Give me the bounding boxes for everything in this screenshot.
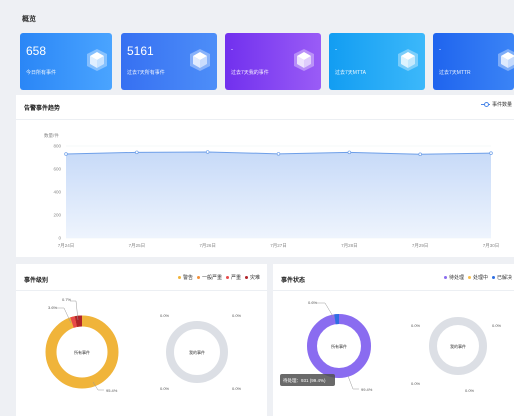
donut-pct-label: 0.0% [411, 323, 421, 328]
tooltip-text: 待处理：931 (99.4%) [283, 377, 326, 384]
y-tick-label: 400 [53, 190, 61, 195]
stat-card-mtta[interactable]: - 过去7天MTTA [329, 33, 425, 90]
donut-pct-label: 0.0% [160, 386, 170, 391]
data-point[interactable] [64, 152, 68, 156]
x-tick-label: 7月29日 [412, 243, 429, 249]
x-tick-label: 7月24日 [58, 243, 75, 249]
donut-pct-label: 0.0% [160, 313, 170, 318]
data-point[interactable] [135, 150, 139, 155]
donut-pct-label: 95.4% [106, 388, 118, 393]
cube-icon [190, 49, 210, 71]
stat-label: 今日所有事件 [26, 70, 57, 76]
cube-icon [498, 49, 514, 71]
pending-dot-icon [444, 276, 447, 279]
stat-card-mttr[interactable]: - 过去7天MTTR [433, 33, 514, 90]
y-tick-label: 600 [53, 167, 61, 172]
data-point[interactable] [347, 150, 352, 155]
legend-label[interactable]: 处理中 [473, 274, 488, 281]
level-donuts: 所有事件 0.7% 3.6% 95.4% 我的事件 0.0% 0.0% 0.0%… [45, 297, 242, 393]
x-tick-label: 7月28日 [341, 243, 358, 249]
level-legend: 警告 一般严重 严重 灾难 [174, 274, 260, 281]
cube-icon [398, 49, 418, 71]
donut-pct-label: 99.4% [361, 387, 373, 392]
level-panel: 事件级别 警告 一般严重 严重 灾难 所有事件 0.7% 3.6% 95.4% … [16, 264, 267, 416]
donut-pct-label: 0.0% [465, 388, 475, 393]
data-point[interactable] [205, 150, 210, 154]
trend-panel: 告警事件趋势 数量/件 800 600 400 200 0 7月24日 7月25日 7月26日 7… [16, 95, 514, 257]
legend-label[interactable]: 一般严重 [202, 274, 222, 281]
donut-segment-severe[interactable] [70, 316, 77, 328]
legend-label[interactable]: 严重 [231, 274, 241, 281]
legend-label[interactable]: 灾难 [250, 274, 260, 281]
data-point[interactable] [489, 151, 493, 155]
y-tick-label: 0 [58, 236, 61, 241]
x-tick-label: 7月25日 [129, 243, 146, 249]
legend-label[interactable]: 警告 [183, 274, 193, 281]
donut-segment-critical[interactable] [74, 315, 83, 328]
critical-dot-icon [245, 276, 249, 279]
trend-title: 告警事件趋势 [24, 106, 61, 112]
stat-card-7d-mine[interactable]: - 过去7天我的事件 [225, 33, 321, 90]
donut-center-label: 所有事件 [331, 343, 347, 349]
level-title: 事件级别 [24, 278, 49, 284]
leader-line [347, 375, 359, 390]
donut-pct-label: 3.6% [48, 305, 58, 310]
x-tick-label: 7月26日 [199, 243, 216, 249]
data-point[interactable] [418, 152, 422, 157]
donut-pct-label: 0.0% [232, 386, 242, 391]
x-tick-label: 7月30日 [483, 243, 500, 249]
trend-legend[interactable]: 事件数量 [480, 101, 512, 108]
legend-label[interactable]: 已解决 [497, 274, 512, 281]
cube-icon [87, 49, 107, 71]
stat-card-7d-all[interactable]: 5161 过去7天所有事件 [121, 33, 217, 90]
processing-dot-icon [468, 276, 472, 279]
stat-value: - [335, 47, 337, 53]
donut-center-label: 所有事件 [74, 349, 90, 355]
y-tick-label: 200 [53, 213, 61, 218]
area-fill [66, 151, 491, 238]
stat-value: 658 [26, 44, 47, 58]
trend-legend-label: 事件数量 [491, 102, 512, 108]
donut-center-label: 我的事件 [450, 343, 466, 349]
minor-dot-icon [197, 276, 201, 279]
stat-label: 过去7天MTTR [439, 70, 471, 76]
warning-dot-icon [178, 276, 181, 279]
stat-label: 过去7天所有事件 [127, 70, 165, 76]
donut-pct-label: 0.0% [232, 313, 242, 318]
closed-dot-icon [492, 276, 496, 279]
status-title: 事件状态 [281, 278, 306, 284]
status-panel: 事件状态 待处理 处理中 已解决 所有事件 0.6% 99.4% 待处理：931… [273, 264, 514, 416]
status-donuts: 所有事件 0.6% 99.4% 待处理：931 (99.4%) 我的事件 0.0… [280, 300, 502, 393]
stat-label: 过去7天我的事件 [231, 70, 269, 76]
page-title: 概览 [22, 16, 36, 23]
cube-icon [294, 49, 314, 71]
legend-label[interactable]: 待处理 [449, 274, 464, 281]
stat-value: - [231, 47, 233, 53]
donut-pct-label: 0.6% [308, 300, 318, 305]
y-axis-label: 数量/件 [44, 132, 59, 139]
stat-value: 5161 [127, 44, 154, 58]
trend-chart: 数量/件 800 600 400 200 0 7月24日 7月25日 7月26日 7月27日 7月2… [44, 132, 500, 249]
x-tick-label: 7月27日 [270, 243, 287, 249]
stat-card-today-all[interactable]: 658 今日所有事件 [20, 33, 112, 90]
donut-pct-label: 0.0% [492, 323, 502, 328]
donut-center-label: 我的事件 [189, 349, 205, 355]
severe-dot-icon [226, 276, 230, 279]
donut-pct-label: 0.0% [411, 381, 421, 386]
stat-cards: 658 今日所有事件 5161 过去7天所有事件 - 过去7天我的事件 - 过去… [20, 33, 514, 90]
status-legend: 待处理 处理中 已解决 [440, 274, 512, 281]
stat-label: 过去7天MTTA [335, 70, 367, 76]
data-point[interactable] [276, 152, 281, 156]
y-tick-label: 800 [53, 144, 61, 149]
line-legend-icon [480, 102, 490, 107]
stat-value: - [439, 47, 441, 53]
